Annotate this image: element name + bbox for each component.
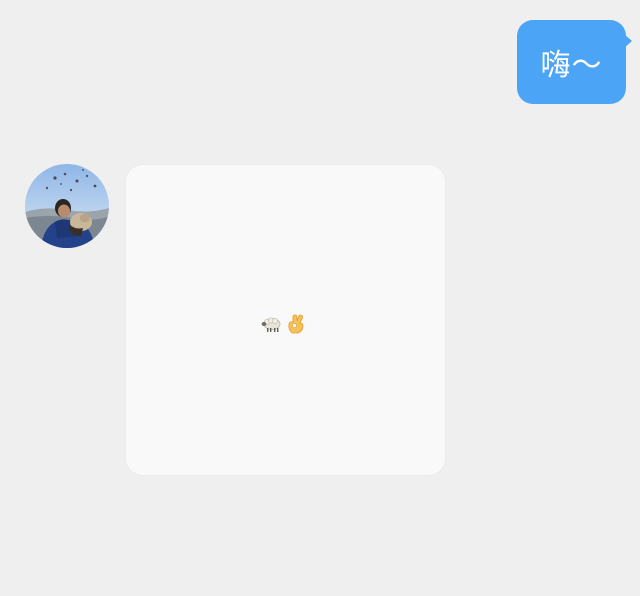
chat-message-area: 嗨～ [0, 0, 640, 596]
outgoing-message-text: 嗨～ [540, 48, 603, 83]
sticker-emoji-group [261, 312, 309, 336]
bubble-tail [624, 34, 632, 48]
sheep-icon [261, 317, 281, 332]
outgoing-message-bubble[interactable]: 嗨～ [517, 20, 632, 104]
incoming-sticker-message[interactable] [125, 164, 446, 476]
sender-avatar[interactable] [25, 164, 109, 248]
avatar-photo [25, 164, 109, 248]
ok-hand-icon [288, 314, 304, 334]
